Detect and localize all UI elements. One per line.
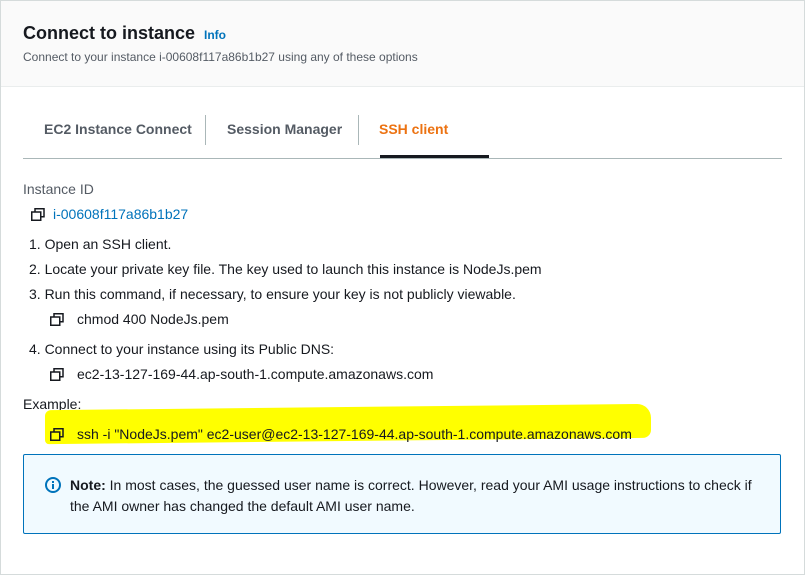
- copy-icon[interactable]: [50, 313, 64, 326]
- step-1: 1. Open an SSH client.: [29, 236, 172, 252]
- public-dns-value: ec2-13-127-169-44.ap-south-1.compute.ama…: [77, 366, 434, 382]
- chmod-command: chmod 400 NodeJs.pem: [77, 311, 229, 327]
- tab-ssh-client[interactable]: SSH client: [379, 121, 448, 137]
- note-text: Note: In most cases, the guessed user na…: [70, 475, 770, 517]
- instance-id-label: Instance ID: [23, 181, 94, 197]
- connection-method-tabs: EC2 Instance Connect Session Manager SSH…: [23, 109, 782, 159]
- tab-session-manager[interactable]: Session Manager: [227, 121, 342, 137]
- copy-icon[interactable]: [31, 208, 45, 221]
- step-3: 3. Run this command, if necessary, to en…: [29, 286, 516, 302]
- step-2: 2. Locate your private key file. The key…: [29, 261, 542, 277]
- page-title: Connect to instance: [23, 23, 196, 43]
- instance-id-value[interactable]: i-00608f117a86b1b27: [53, 206, 188, 222]
- note-body: In most cases, the guessed user name is …: [70, 477, 752, 514]
- connect-to-instance-panel: Connect to instance Info Connect to your…: [0, 0, 805, 575]
- note-prefix: Note:: [70, 477, 106, 493]
- panel-header: Connect to instance Info Connect to your…: [1, 1, 804, 87]
- step-4: 4. Connect to your instance using its Pu…: [29, 341, 335, 357]
- info-circle-icon: [45, 477, 61, 493]
- tab-separator: [358, 115, 359, 145]
- info-alert: Note: In most cases, the guessed user na…: [23, 454, 781, 534]
- copy-icon[interactable]: [50, 428, 64, 441]
- ssh-example-command: ssh -i "NodeJs.pem" ec2-user@ec2-13-127-…: [77, 426, 632, 442]
- active-tab-indicator: [380, 155, 489, 158]
- tab-ec2-instance-connect[interactable]: EC2 Instance Connect: [44, 121, 192, 137]
- tab-separator: [205, 115, 206, 145]
- copy-icon[interactable]: [50, 368, 64, 381]
- panel-description: Connect to your instance i-00608f117a86b…: [23, 50, 418, 64]
- info-link[interactable]: Info: [204, 28, 226, 42]
